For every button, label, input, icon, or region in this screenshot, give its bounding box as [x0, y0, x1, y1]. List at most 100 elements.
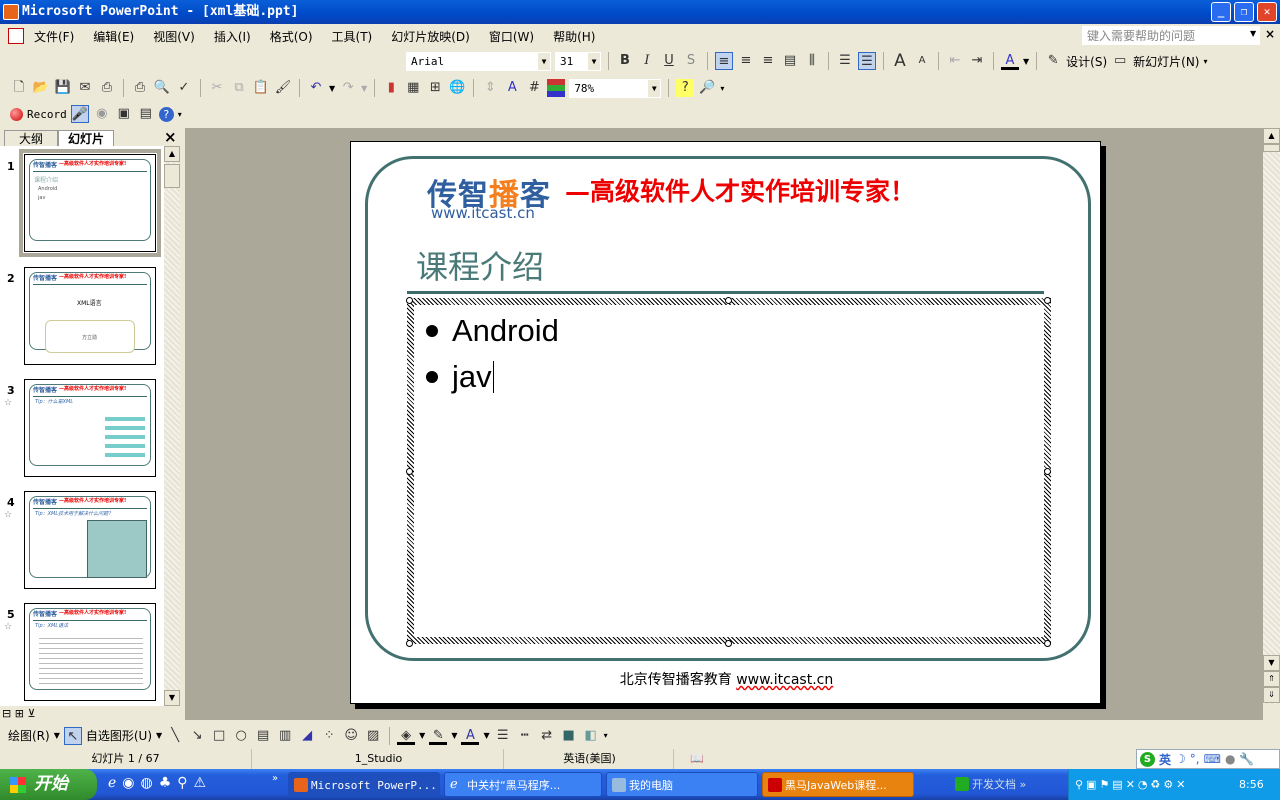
sogou-icon[interactable]: S — [1140, 751, 1155, 767]
start-button[interactable]: 开始 — [0, 769, 97, 800]
scroll-down-icon[interactable]: ▼ — [1263, 655, 1280, 671]
print-preview-icon[interactable]: 🔍 — [153, 79, 171, 97]
permission-icon[interactable]: ⎙ — [98, 79, 116, 97]
quick-launch[interactable]: ℯ◉◍♣⚲⚠ — [108, 775, 212, 791]
menu-view[interactable]: 视图(V) — [153, 28, 195, 45]
menu-file[interactable]: 文件(F) — [34, 28, 74, 45]
record-button[interactable]: Record — [27, 108, 67, 121]
chevron-down-icon[interactable]: ▼ — [361, 84, 367, 93]
open-icon[interactable]: 📂 — [32, 79, 50, 97]
close-pane-icon[interactable]: × — [164, 128, 177, 146]
font-color-icon[interactable]: A — [1001, 52, 1019, 70]
moon-icon[interactable]: ☽ — [1175, 752, 1186, 766]
tab-outline[interactable]: 大纲 — [4, 130, 58, 147]
arrow-icon[interactable]: ↘ — [188, 727, 206, 745]
paste-icon[interactable]: 📋 — [252, 79, 270, 97]
screen-icon[interactable]: ▣ — [115, 105, 133, 123]
keyboard-icon[interactable]: ⌨ — [1204, 752, 1221, 766]
slide-thumbnail-2[interactable]: 传智播客 —高级软件人才实作培训专家! XML语言 方立勋 — [24, 267, 156, 365]
cut-icon[interactable]: ✂ — [208, 79, 226, 97]
scroll-down-icon[interactable]: ▼ — [164, 690, 180, 706]
scroll-thumb[interactable] — [164, 164, 180, 188]
increase-font-icon[interactable]: A — [891, 52, 909, 70]
task-browser[interactable]: ℯ 中关村“黑马程序... — [444, 772, 602, 797]
align-left-icon[interactable]: ≡ — [715, 52, 733, 70]
spelling-icon[interactable]: ✓ — [175, 79, 193, 97]
rectangle-icon[interactable]: □ — [210, 727, 228, 745]
line-style-icon[interactable]: ☰ — [494, 727, 512, 745]
tables-borders-icon[interactable]: ⊞ — [426, 79, 444, 97]
scroll-up-icon[interactable]: ▲ — [1263, 128, 1280, 144]
new-slide-button[interactable]: 新幻灯片(N) — [1133, 53, 1199, 70]
increase-indent-icon[interactable]: ⇥ — [968, 52, 986, 70]
settings-icon[interactable]: 🔧 — [1239, 752, 1254, 766]
thumbnails-scrollbar[interactable]: ▲ ▼ — [164, 146, 180, 706]
line-icon[interactable]: ╲ — [166, 727, 184, 745]
bullet-item[interactable]: jav — [426, 359, 494, 395]
slide-thumbnail-4[interactable]: 传智播客 —高级软件人才实作培训专家! Tip：XML技术用于解决什么问题？ — [24, 491, 156, 589]
numbering-icon[interactable]: ☰ — [836, 52, 854, 70]
font-select[interactable]: Arial ▼ — [406, 51, 551, 71]
decrease-indent-icon[interactable]: ⇤ — [946, 52, 964, 70]
vertical-textbox-icon[interactable]: ▥ — [276, 727, 294, 745]
picture-icon[interactable]: ▨ — [364, 727, 382, 745]
shadow-style-icon[interactable]: ■ — [560, 727, 578, 745]
clipart-icon[interactable]: ☺ — [342, 727, 360, 745]
textbox-icon[interactable]: ▤ — [254, 727, 272, 745]
slide-thumbnail-3[interactable]: 传智播客 —高级软件人才实作培训专家! Tip：什么是XML — [24, 379, 156, 477]
font-color-icon[interactable]: A — [461, 727, 480, 745]
toolbar-options-icon[interactable]: ▾ — [604, 731, 608, 740]
show-formatting-icon[interactable]: A — [503, 79, 521, 97]
menu-insert[interactable]: 插入(I) — [214, 28, 251, 45]
document-icon[interactable] — [8, 28, 24, 44]
align-center-icon[interactable]: ≡ — [737, 52, 755, 70]
3d-style-icon[interactable]: ◧ — [582, 727, 600, 745]
align-right-icon[interactable]: ≡ — [759, 52, 777, 70]
resize-handle[interactable] — [1044, 468, 1051, 475]
task-dev-docs[interactable]: 开发文档 » — [950, 772, 1062, 797]
close-document-icon[interactable]: × — [1265, 27, 1275, 41]
publish-icon[interactable]: ▤ — [137, 105, 155, 123]
resize-handle[interactable] — [1044, 640, 1051, 647]
content-textbox[interactable]: Android jav — [407, 298, 1051, 644]
undo-icon[interactable]: ↶ — [307, 79, 325, 97]
close-button[interactable]: ✕ — [1257, 2, 1277, 22]
slide-title[interactable]: 课程介绍 — [416, 242, 544, 288]
tab-slides[interactable]: 幻灯片 — [58, 130, 114, 147]
zoom-select[interactable]: 78% ▼ — [569, 78, 662, 98]
slide-sorter-icon[interactable]: ⊞ — [15, 707, 24, 720]
color-grayscale-icon[interactable] — [547, 79, 566, 97]
decrease-font-icon[interactable]: A — [913, 52, 931, 70]
ime-language[interactable]: 英 — [1159, 751, 1171, 768]
chevron-down-icon[interactable]: ▼ — [329, 84, 335, 93]
resize-handle[interactable] — [406, 640, 413, 647]
italic-icon[interactable]: I — [638, 52, 656, 70]
resize-handle[interactable] — [406, 297, 413, 304]
dash-style-icon[interactable]: ┅ — [516, 727, 534, 745]
autoshapes-button[interactable]: 自选图形(U) — [86, 727, 152, 744]
format-painter-icon[interactable]: 🖌 — [274, 79, 292, 97]
distribute-icon[interactable]: ▤ — [781, 52, 799, 70]
next-slide-icon[interactable]: ⇓ — [1263, 687, 1280, 703]
scroll-up-icon[interactable]: ▲ — [164, 146, 180, 162]
slide-canvas[interactable]: 传智播客 www.itcast.cn —高级软件人才实作培训专家！ 课程介绍 A… — [350, 141, 1101, 704]
menu-tools[interactable]: 工具(T) — [332, 28, 373, 45]
redo-icon[interactable]: ↷ — [339, 79, 357, 97]
wordart-icon[interactable]: ◢ — [298, 727, 316, 745]
task-powerpoint[interactable]: Microsoft PowerP... — [288, 772, 440, 797]
minimize-button[interactable]: _ — [1211, 2, 1231, 22]
maximize-button[interactable]: ❐ — [1234, 2, 1254, 22]
shadow-icon[interactable]: S — [682, 52, 700, 70]
help-search-input[interactable]: 键入需要帮助的问题 — [1082, 26, 1260, 45]
underline-icon[interactable]: U — [660, 52, 678, 70]
bold-icon[interactable]: B — [616, 52, 634, 70]
expand-icon[interactable]: ⇕ — [481, 79, 499, 97]
help-dropdown-icon[interactable]: ▼ — [1250, 29, 1256, 38]
save-icon[interactable]: 💾 — [54, 79, 72, 97]
text-direction-icon[interactable]: ⫼ — [803, 52, 821, 70]
line-color-icon[interactable]: ✎ — [429, 727, 448, 745]
fill-color-icon[interactable]: ◈ — [397, 727, 416, 745]
webcam-icon[interactable]: ◉ — [93, 105, 111, 123]
normal-view-icon[interactable]: ⊟ — [2, 707, 11, 720]
previous-slide-icon[interactable]: ⇑ — [1263, 671, 1280, 687]
